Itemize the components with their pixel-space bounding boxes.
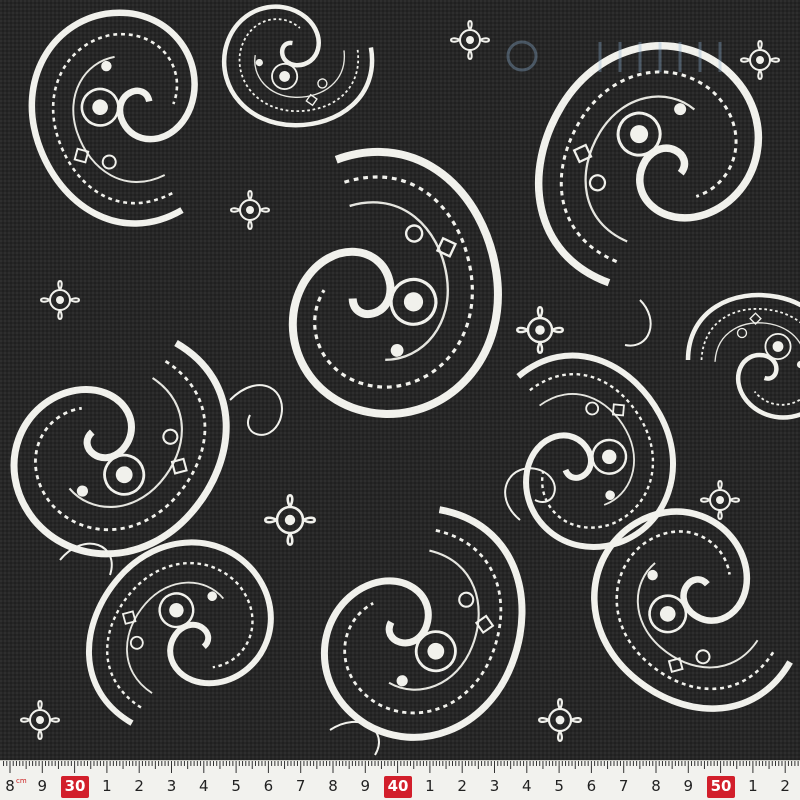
ruler-label: 3 xyxy=(489,777,500,795)
measuring-tape: 8 9 30 1 2 3 4 5 6 7 8 9 40 1 2 3 4 5 6 7 8 9 50 1 2 cm xyxy=(0,760,800,800)
ruler-label: 7 xyxy=(295,777,306,795)
watermark xyxy=(506,40,722,72)
ruler-labels: 8 9 30 1 2 3 4 5 6 7 8 9 40 1 2 3 4 5 6 7 8 9 50 1 2 cm xyxy=(0,775,800,800)
ruler-label: 2 xyxy=(457,777,467,795)
ruler-unit: cm xyxy=(16,777,27,785)
ruler-label: 2 xyxy=(780,777,790,795)
ruler-label: 9 xyxy=(360,777,371,795)
ruler-label: 9 xyxy=(683,777,694,795)
ruler-label: 1 xyxy=(102,777,112,795)
ruler-label: 40 xyxy=(387,777,409,795)
ruler-label: 5 xyxy=(554,777,564,795)
ruler-label: 5 xyxy=(231,777,241,795)
ruler-label: 3 xyxy=(166,777,177,795)
photo: 8 9 30 1 2 3 4 5 6 7 8 9 40 1 2 3 4 5 6 7 8 9 50 1 2 cm xyxy=(0,0,800,800)
ruler-label: 7 xyxy=(618,777,629,795)
ruler-label: 4 xyxy=(199,777,209,795)
ruler-label: 4 xyxy=(522,777,532,795)
ruler-label: 50 xyxy=(710,777,732,795)
ruler-label: 6 xyxy=(263,777,274,795)
ruler-label: 9 xyxy=(37,777,48,795)
paisley-fabric xyxy=(0,0,800,760)
ruler-label: 30 xyxy=(64,777,86,795)
ruler-label: 8 xyxy=(651,777,661,795)
ruler-label: 1 xyxy=(425,777,435,795)
ruler-label: 2 xyxy=(134,777,144,795)
ruler-label: 6 xyxy=(586,777,597,795)
ruler-label: 8 xyxy=(328,777,338,795)
ruler-label: 1 xyxy=(748,777,758,795)
